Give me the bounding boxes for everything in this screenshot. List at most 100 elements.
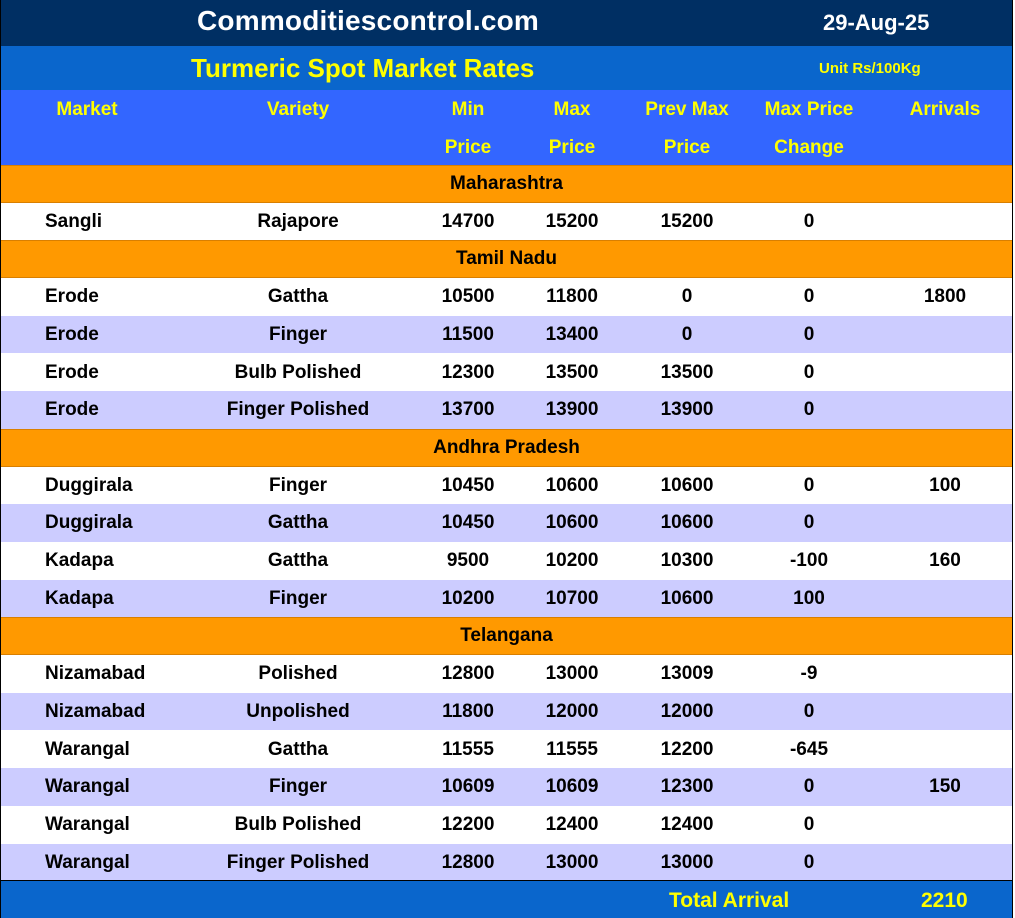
market-cell: Warangal [45, 851, 130, 873]
min-price-cell: 10450 [441, 474, 495, 496]
col-market: Market [45, 100, 129, 119]
market-cell: Nizamabad [45, 700, 146, 722]
max-price-cell: 11555 [546, 738, 598, 760]
table-row: Erode Finger 11500 13400 0 0 [1, 315, 1012, 354]
col-max-price: Max Price [522, 100, 622, 157]
unit-label: Unit Rs/100Kg [819, 60, 921, 77]
max-price-cell: 13500 [545, 361, 599, 383]
variety-cell: Finger Polished [226, 399, 370, 421]
table-row: Sangli Rajapore 14700 15200 15200 0 [1, 202, 1012, 241]
min-price-cell: 12800 [441, 663, 495, 685]
column-header: Market Variety Min Price Max Price Prev … [1, 90, 1012, 165]
total-arrival-value: 2210 [921, 889, 968, 912]
col-change-line2: Change [774, 137, 844, 158]
min-price-cell: 10200 [441, 587, 495, 609]
max-price-cell: 13000 [545, 663, 599, 685]
min-price-cell: 12200 [441, 813, 495, 835]
min-price-cell: 14700 [441, 210, 495, 232]
arrivals-cell: 1800 [923, 286, 967, 308]
min-price-cell: 12300 [441, 361, 495, 383]
max-price-cell: 15200 [545, 210, 599, 232]
price-change-cell: 0 [803, 776, 815, 798]
min-price-cell: 11800 [442, 700, 494, 722]
arrivals-cell: 160 [929, 550, 961, 571]
market-cell: Duggirala [45, 512, 133, 534]
table-row: Warangal Gattha 11555 11555 12200 -645 [1, 730, 1012, 769]
price-change-cell: 0 [803, 399, 815, 421]
max-price-cell: 11800 [546, 286, 598, 308]
min-price-cell: 10500 [441, 286, 495, 308]
table-row: Warangal Finger 10609 10609 12300 0 150 [1, 768, 1012, 806]
col-variety-line1: Variety [266, 99, 330, 120]
max-price-cell: 10200 [545, 550, 599, 571]
variety-cell: Gattha [267, 286, 329, 308]
table-row: Nizamabad Polished 12800 13000 13009 -9 [1, 655, 1012, 693]
prev-max-price-cell: 10300 [660, 550, 714, 571]
col-max-price-change: Max Price Change [749, 100, 869, 157]
title-banner: Turmeric Spot Market Rates Unit Rs/100Kg [1, 46, 1012, 90]
prev-max-price-cell: 10600 [660, 512, 714, 534]
variety-cell: Polished [258, 663, 338, 685]
rates-sheet: Commoditiescontrol.com 29-Aug-25 Turmeri… [0, 0, 1013, 918]
table-row: Erode Bulb Polished 12300 13500 13500 0 [1, 353, 1012, 392]
variety-cell: Bulb Polished [234, 813, 362, 835]
region-name: Maharashtra [450, 173, 563, 194]
variety-cell: Gattha [267, 550, 329, 571]
prev-max-price-cell: 10600 [660, 587, 714, 609]
price-change-cell: 0 [803, 512, 815, 534]
variety-cell: Gattha [267, 512, 329, 534]
market-cell: Nizamabad [45, 663, 146, 685]
price-change-cell: 0 [803, 210, 815, 232]
max-price-cell: 10600 [545, 512, 599, 534]
market-cell: Kadapa [45, 587, 114, 609]
col-min-line1: Min [451, 99, 485, 120]
price-change-cell: -645 [789, 738, 829, 760]
col-change-line1: Max Price [764, 99, 854, 120]
prev-max-price-cell: 15200 [660, 210, 714, 232]
site-banner: Commoditiescontrol.com 29-Aug-25 [1, 0, 1012, 46]
prev-max-price-cell: 13000 [660, 851, 714, 873]
market-cell: Sangli [45, 210, 103, 232]
price-change-cell: -100 [789, 550, 829, 571]
table-row: Erode Finger Polished 13700 13900 13900 0 [1, 391, 1012, 429]
variety-cell: Unpolished [246, 700, 350, 722]
price-change-cell: 0 [803, 700, 815, 722]
min-price-cell: 9500 [446, 550, 490, 571]
prev-max-price-cell: 13900 [660, 399, 714, 421]
max-price-cell: 13000 [545, 851, 599, 873]
col-prev-line2: Price [663, 137, 711, 158]
variety-cell: Finger Polished [226, 851, 370, 873]
min-price-cell: 12800 [441, 851, 495, 873]
prev-max-price-cell: 13009 [660, 663, 714, 685]
site-name: Commoditiescontrol.com [197, 5, 539, 36]
min-price-cell: 11500 [442, 323, 494, 345]
table-row: Duggirala Finger 10450 10600 10600 0 100 [1, 466, 1012, 505]
page-title: Turmeric Spot Market Rates [191, 53, 535, 83]
variety-cell: Finger [268, 474, 328, 496]
prev-max-price-cell: 12000 [660, 700, 714, 722]
max-price-cell: 13400 [545, 323, 599, 345]
arrivals-cell: 100 [929, 474, 961, 496]
col-min-price: Min Price [418, 100, 518, 157]
market-cell: Erode [45, 399, 99, 421]
market-cell: Warangal [45, 738, 130, 760]
variety-cell: Finger [268, 587, 328, 609]
prev-max-price-cell: 0 [681, 323, 693, 345]
prev-max-price-cell: 13500 [660, 361, 714, 383]
price-change-cell: 0 [803, 474, 815, 496]
max-price-cell: 12400 [545, 813, 599, 835]
table-row: Duggirala Gattha 10450 10600 10600 0 [1, 504, 1012, 542]
col-variety: Variety [198, 100, 398, 119]
region-row: Telangana [1, 617, 1012, 656]
table-row: Warangal Bulb Polished 12200 12400 12400 0 [1, 805, 1012, 844]
prev-max-price-cell: 10600 [660, 474, 714, 496]
region-name: Tamil Nadu [456, 248, 557, 270]
report-date: 29-Aug-25 [823, 10, 930, 35]
max-price-cell: 12000 [545, 700, 599, 722]
variety-cell: Rajapore [257, 210, 339, 232]
arrivals-cell: 150 [929, 776, 961, 798]
table-row: Warangal Finger Polished 12800 13000 13000 0 [1, 843, 1012, 882]
market-cell: Erode [45, 361, 99, 383]
price-change-cell: 0 [803, 851, 815, 873]
prev-max-price-cell: 12400 [660, 813, 714, 835]
